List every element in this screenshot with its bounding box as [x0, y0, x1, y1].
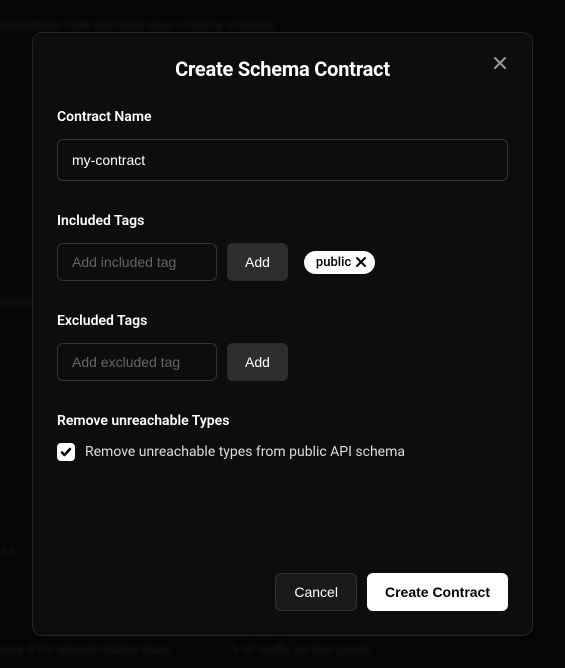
tag-chip-public: public	[304, 251, 375, 274]
excluded-tags-group: Excluded Tags Add	[57, 313, 508, 381]
contract-name-input[interactable]	[57, 139, 508, 181]
create-contract-button[interactable]: Create Contract	[367, 573, 508, 611]
modal-header: Create Schema Contract	[57, 57, 508, 81]
x-icon	[355, 256, 367, 268]
tag-chip-label: public	[316, 255, 351, 270]
close-icon	[493, 56, 507, 70]
cancel-button[interactable]: Cancel	[275, 573, 357, 611]
checkmark-icon	[60, 446, 72, 458]
included-tags-label: Included Tags	[57, 213, 508, 229]
remove-unreachable-group: Remove unreachable Types Remove unreacha…	[57, 413, 508, 461]
remove-tag-public-button[interactable]	[355, 256, 367, 268]
contract-name-group: Contract Name	[57, 109, 508, 181]
close-button[interactable]	[486, 49, 514, 77]
excluded-tags-row: Add	[57, 343, 508, 381]
modal-footer: Cancel Create Contract	[57, 557, 508, 611]
add-included-tag-button[interactable]: Add	[227, 243, 288, 281]
included-tag-input[interactable]	[57, 243, 217, 281]
add-excluded-tag-button[interactable]: Add	[227, 343, 288, 381]
remove-unreachable-checkbox[interactable]	[57, 443, 75, 461]
remove-unreachable-label: Remove unreachable Types	[57, 413, 508, 429]
contract-name-label: Contract Name	[57, 109, 508, 125]
excluded-tag-input[interactable]	[57, 343, 217, 381]
create-schema-contract-modal: Create Schema Contract Contract Name Inc…	[32, 32, 533, 636]
excluded-tags-label: Excluded Tags	[57, 313, 508, 329]
remove-unreachable-checkbox-row: Remove unreachable types from public API…	[57, 443, 508, 461]
included-tags-row: Add public	[57, 243, 508, 281]
modal-title: Create Schema Contract	[175, 57, 390, 81]
included-tags-group: Included Tags Add public	[57, 213, 508, 281]
remove-unreachable-checkbox-label: Remove unreachable types from public API…	[85, 444, 405, 460]
